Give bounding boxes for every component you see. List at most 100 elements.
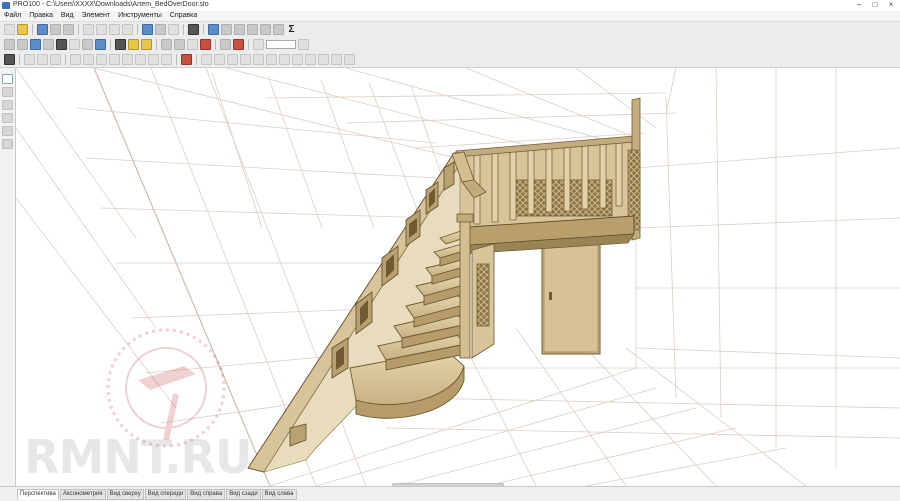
light-bulb-icon[interactable] <box>141 39 152 50</box>
zoom-in-icon[interactable] <box>253 39 264 50</box>
tab-perspective[interactable]: Перспектива <box>17 489 59 500</box>
align-top-icon[interactable] <box>96 54 107 65</box>
report-icon[interactable] <box>221 24 232 35</box>
copy-icon[interactable] <box>96 24 107 35</box>
paste-icon[interactable] <box>109 24 120 35</box>
snap-icon[interactable] <box>187 39 198 50</box>
dimension-icon[interactable] <box>161 39 172 50</box>
delete-icon[interactable] <box>122 24 133 35</box>
snap-top-icon[interactable] <box>253 54 264 65</box>
sheet-icon[interactable] <box>234 24 245 35</box>
tab-right-view[interactable]: Вид справа <box>187 489 226 500</box>
toolbar-standard: Σ <box>0 22 900 38</box>
list-icon[interactable] <box>247 24 258 35</box>
toolbar-separator <box>156 39 157 50</box>
minimize-button[interactable]: – <box>852 0 866 10</box>
wizard-icon[interactable] <box>168 24 179 35</box>
move-icon[interactable] <box>24 54 35 65</box>
menu-help[interactable]: Справка <box>166 11 201 21</box>
texture-tool-icon[interactable] <box>2 113 13 123</box>
shaded-icon[interactable] <box>30 39 41 50</box>
measure-icon[interactable] <box>174 39 185 50</box>
toolbar-separator <box>32 24 33 35</box>
menu-tools[interactable]: Инструменты <box>114 11 166 21</box>
menu-element[interactable]: Элемент <box>78 11 115 21</box>
close-button[interactable]: × <box>884 0 898 10</box>
stop-icon[interactable] <box>233 39 244 50</box>
toolbar-view <box>0 37 900 53</box>
toolbar-separator <box>78 24 79 35</box>
maximize-button[interactable]: □ <box>868 0 882 10</box>
align-right-icon[interactable] <box>83 54 94 65</box>
materials-icon[interactable] <box>155 24 166 35</box>
snap-back-icon[interactable] <box>240 54 251 65</box>
tab-back-view[interactable]: Вид сзади <box>226 489 261 500</box>
lock-icon[interactable] <box>181 54 192 65</box>
edit-tool-icon[interactable] <box>2 126 13 136</box>
distribute-icon[interactable] <box>135 54 146 65</box>
zoom-out-icon[interactable] <box>298 39 309 50</box>
camera-icon[interactable] <box>115 39 126 50</box>
info-tool-icon[interactable] <box>2 139 13 149</box>
stretch-x-icon[interactable] <box>279 54 290 65</box>
save-icon[interactable] <box>37 24 48 35</box>
globe-icon[interactable] <box>142 24 153 35</box>
sum-icon[interactable]: Σ <box>286 24 297 35</box>
layers-icon[interactable] <box>2 87 13 97</box>
rotate-icon[interactable] <box>220 39 231 50</box>
stretch-z-icon[interactable] <box>305 54 316 65</box>
align-center-icon[interactable] <box>122 54 133 65</box>
snap-bottom-icon[interactable] <box>266 54 277 65</box>
snap-left-icon[interactable] <box>201 54 212 65</box>
group-icon[interactable] <box>161 54 172 65</box>
cut-icon[interactable] <box>83 24 94 35</box>
snap-right-icon[interactable] <box>214 54 225 65</box>
mirror-icon[interactable] <box>148 54 159 65</box>
view-3d-icon[interactable] <box>4 39 15 50</box>
rotate-tool-icon[interactable] <box>37 54 48 65</box>
explode-icon[interactable] <box>344 54 355 65</box>
menu-bar: Файл Правка Вид Элемент Инструменты Спра… <box>0 11 900 22</box>
perspective-viewport[interactable]: RMNT.RU <box>16 68 900 486</box>
pencil-icon[interactable] <box>50 54 61 65</box>
wireframe-icon[interactable] <box>17 39 28 50</box>
frame-icon[interactable] <box>69 39 80 50</box>
shape-icon[interactable] <box>2 100 13 110</box>
select-cursor-icon[interactable] <box>2 74 13 84</box>
stretch-y-icon[interactable] <box>292 54 303 65</box>
library-icon[interactable] <box>208 24 219 35</box>
cutting-icon[interactable] <box>260 24 271 35</box>
toolbar-separator <box>65 54 66 65</box>
menu-edit[interactable]: Правка <box>25 11 57 21</box>
paint-icon[interactable] <box>128 39 139 50</box>
copy-array-icon[interactable] <box>331 54 342 65</box>
snap-front-icon[interactable] <box>227 54 238 65</box>
left-tool-panel <box>0 68 16 486</box>
tab-axonometric[interactable]: Аксонометрия <box>59 489 106 500</box>
new-file-icon[interactable] <box>4 24 15 35</box>
open-folder-icon[interactable] <box>17 24 28 35</box>
textured-icon[interactable] <box>43 39 54 50</box>
tab-top-view[interactable]: Вид сверху <box>106 489 144 500</box>
outline-icon[interactable] <box>82 39 93 50</box>
box-icon[interactable] <box>95 39 106 50</box>
align-left-icon[interactable] <box>70 54 81 65</box>
tab-front-view[interactable]: Вид спереди <box>144 489 187 500</box>
zoom-combo[interactable] <box>266 40 296 49</box>
grid-icon[interactable] <box>4 54 15 65</box>
tab-left-view[interactable]: Вид слева <box>261 489 297 500</box>
render-icon[interactable] <box>56 39 67 50</box>
toolbar-separator <box>19 54 20 65</box>
toolbar-separator <box>110 39 111 50</box>
align-bottom-icon[interactable] <box>109 54 120 65</box>
toolbar-separator <box>215 39 216 50</box>
fit-icon[interactable] <box>318 54 329 65</box>
window-icon[interactable] <box>188 24 199 35</box>
menu-view[interactable]: Вид <box>57 11 78 21</box>
scene-3d <box>16 68 900 486</box>
menu-file[interactable]: Файл <box>0 11 25 21</box>
print-icon[interactable] <box>50 24 61 35</box>
record-icon[interactable] <box>200 39 211 50</box>
price-icon[interactable] <box>273 24 284 35</box>
print-preview-icon[interactable] <box>63 24 74 35</box>
